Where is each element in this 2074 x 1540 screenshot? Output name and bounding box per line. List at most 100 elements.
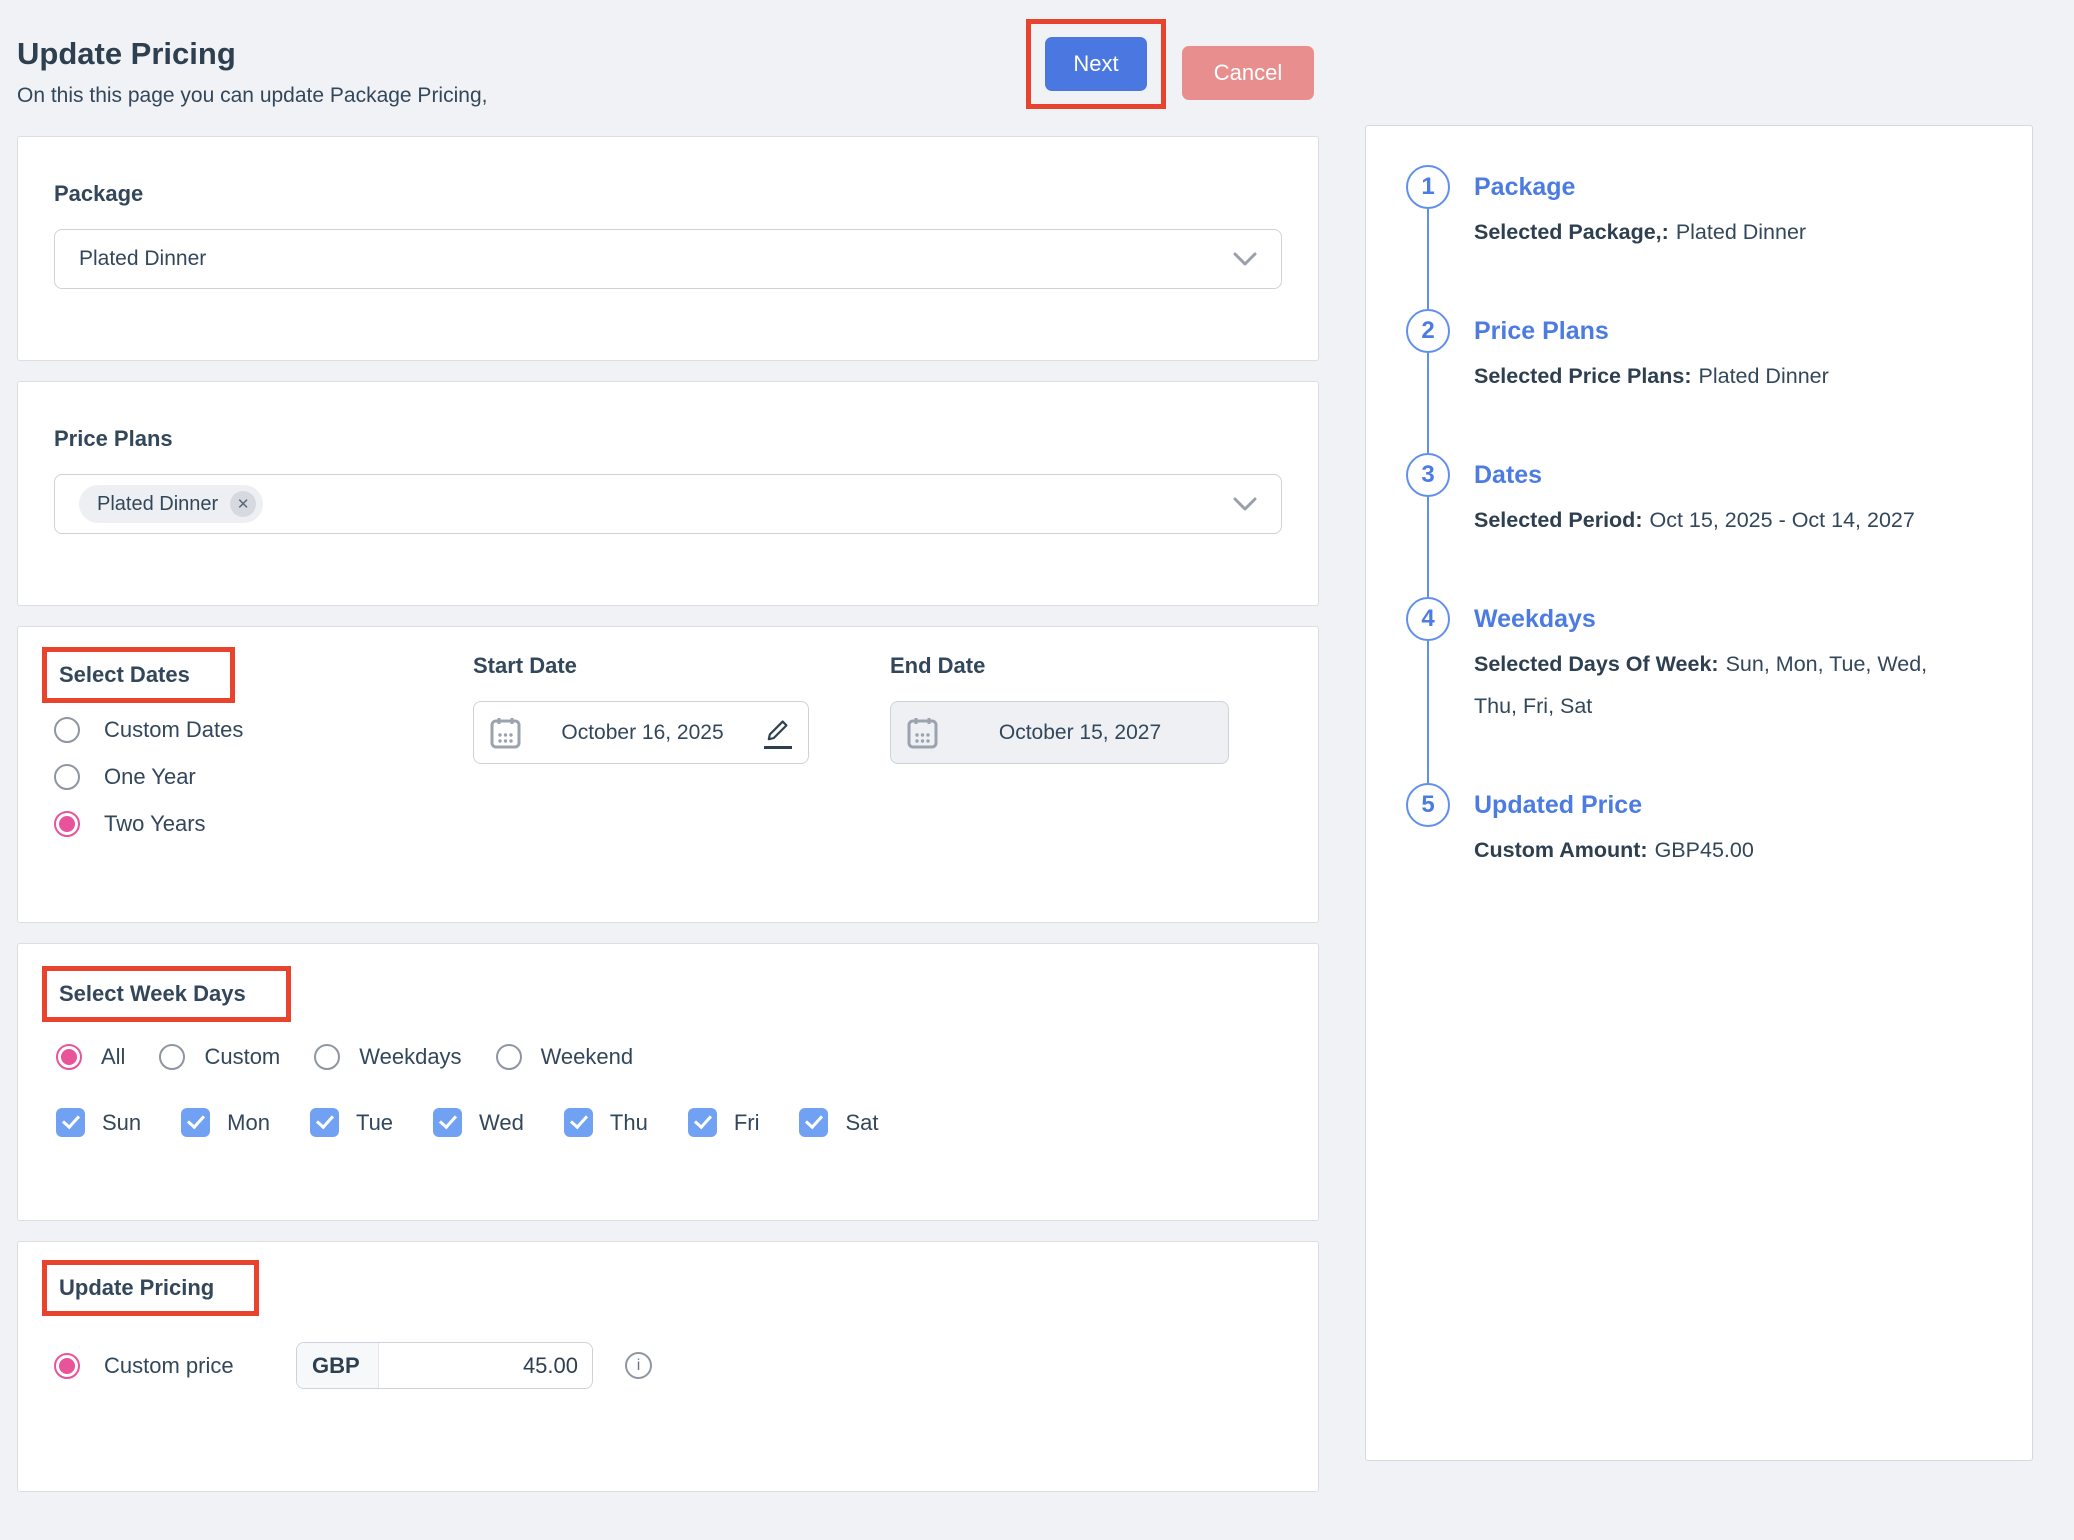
- update-pricing-title: Update Pricing: [42, 1260, 259, 1316]
- checkbox-icon[interactable]: [564, 1108, 593, 1137]
- custom-price-input[interactable]: 45.00: [379, 1343, 592, 1388]
- weekday-checkbox-item[interactable]: Sat: [799, 1108, 878, 1137]
- weekday-checkbox-item[interactable]: Wed: [433, 1108, 524, 1137]
- step-title: Dates: [1474, 453, 1915, 497]
- radio-icon[interactable]: [54, 764, 80, 790]
- currency-prefix: GBP: [297, 1343, 379, 1388]
- weekday-label: Sun: [102, 1110, 141, 1136]
- update-pricing-card: Update Pricing Custom price GBP 45.00: [17, 1241, 1319, 1492]
- summary-panel: 1 Package Selected Package,:Plated Dinne…: [1365, 125, 2033, 1461]
- weekday-mode-radio-option[interactable]: Weekend: [496, 1044, 634, 1070]
- end-date-field: October 15, 2027: [890, 701, 1229, 764]
- step-description: Selected Period:Oct 15, 2025 - Oct 14, 2…: [1474, 499, 1915, 541]
- radio-icon[interactable]: [54, 1353, 80, 1379]
- summary-step: 2 Price Plans Selected Price Plans: Plate…: [1406, 309, 1992, 397]
- weekday-checkbox-item[interactable]: Tue: [310, 1108, 393, 1137]
- step-description-label: Selected Days Of Week:: [1474, 652, 1719, 676]
- weekday-label: Mon: [227, 1110, 270, 1136]
- date-range-options: Custom Dates One Year Two Years: [54, 717, 473, 837]
- radio-label: Custom Dates: [104, 717, 243, 743]
- radio-label: All: [101, 1044, 125, 1070]
- summary-step: 4 Weekdays Selected Days Of Week:Sun, Mo…: [1406, 597, 1992, 727]
- radio-label: Custom price: [104, 1353, 234, 1379]
- summary-step: 1 Package Selected Package,:Plated Dinne…: [1406, 165, 1992, 253]
- remove-chip-icon[interactable]: ✕: [230, 491, 256, 517]
- checkbox-icon[interactable]: [688, 1108, 717, 1137]
- package-card: Package Plated Dinner: [17, 136, 1319, 361]
- step-number-badge: 4: [1406, 597, 1450, 641]
- radio-label: Two Years: [104, 811, 206, 837]
- date-range-radio-option[interactable]: Two Years: [54, 811, 473, 837]
- start-date-value: October 16, 2025: [531, 721, 754, 745]
- step-description-value: Plated Dinner: [1676, 220, 1806, 244]
- form-column: Package Plated Dinner Price Plans Plated…: [17, 136, 1319, 1512]
- radio-icon[interactable]: [54, 717, 80, 743]
- select-dates-card: Select Dates Custom Dates One Year: [17, 626, 1319, 923]
- weekday-label: Sat: [845, 1110, 878, 1136]
- weekday-checkboxes: Sun Mon Tue Wed: [56, 1108, 1282, 1137]
- cancel-button[interactable]: Cancel: [1182, 46, 1314, 100]
- next-button[interactable]: Next: [1045, 37, 1147, 91]
- radio-icon[interactable]: [496, 1044, 522, 1070]
- weekday-mode-radio-option[interactable]: Custom: [159, 1044, 280, 1070]
- weekday-mode-radio-option[interactable]: Weekdays: [314, 1044, 461, 1070]
- custom-price-radio-option[interactable]: Custom price: [54, 1353, 296, 1379]
- step-title: Package: [1474, 165, 1806, 209]
- page-header: Update Pricing On this this page you can…: [0, 0, 2074, 136]
- calendar-icon: [907, 716, 938, 749]
- date-range-radio-option[interactable]: Custom Dates: [54, 717, 473, 743]
- step-description-label: Selected Package,:: [1474, 220, 1669, 244]
- select-week-days-card: Select Week Days All Custom W: [17, 943, 1319, 1221]
- package-select[interactable]: Plated Dinner: [54, 229, 1282, 289]
- step-description: Custom Amount: GBP45.00: [1474, 829, 1754, 871]
- summary-steps-list: 1 Package Selected Package,:Plated Dinne…: [1406, 165, 1992, 871]
- weekday-checkbox-item[interactable]: Sun: [56, 1108, 141, 1137]
- summary-step: 5 Updated Price Custom Amount: GBP45.00: [1406, 783, 1992, 871]
- weekday-label: Tue: [356, 1110, 393, 1136]
- step-title: Updated Price: [1474, 783, 1754, 827]
- step-number-badge: 2: [1406, 309, 1450, 353]
- weekday-mode-options: All Custom Weekdays Weekend: [56, 1044, 1282, 1070]
- weekday-label: Fri: [734, 1110, 760, 1136]
- weekday-mode-radio-option[interactable]: All: [56, 1044, 125, 1070]
- step-description-value: Plated Dinner: [1699, 364, 1829, 388]
- weekday-checkbox-item[interactable]: Fri: [688, 1108, 760, 1137]
- price-plans-chips: Plated Dinner ✕: [79, 485, 263, 523]
- step-title: Weekdays: [1474, 597, 1974, 641]
- weekday-checkbox-item[interactable]: Thu: [564, 1108, 648, 1137]
- step-description-value: GBP45.00: [1655, 838, 1754, 862]
- price-plans-card: Price Plans Plated Dinner ✕: [17, 381, 1319, 606]
- radio-icon[interactable]: [314, 1044, 340, 1070]
- start-date-field[interactable]: October 16, 2025: [473, 701, 809, 764]
- step-description-label: Custom Amount:: [1474, 838, 1648, 862]
- chip-label: Plated Dinner: [97, 493, 218, 516]
- radio-icon[interactable]: [56, 1044, 82, 1070]
- radio-label: One Year: [104, 764, 196, 790]
- weekday-checkbox-item[interactable]: Mon: [181, 1108, 270, 1137]
- radio-label: Custom: [204, 1044, 280, 1070]
- main-content: Package Plated Dinner Price Plans Plated…: [0, 136, 2074, 1512]
- step-description: Selected Days Of Week:Sun, Mon, Tue, Wed…: [1474, 643, 1974, 727]
- date-range-radio-option[interactable]: One Year: [54, 764, 473, 790]
- radio-label: Weekdays: [359, 1044, 461, 1070]
- edit-date-icon[interactable]: [764, 717, 792, 749]
- custom-price-input-group: GBP 45.00: [296, 1342, 593, 1389]
- chevron-down-icon: [1233, 252, 1257, 267]
- radio-icon[interactable]: [159, 1044, 185, 1070]
- checkbox-icon[interactable]: [799, 1108, 828, 1137]
- info-icon[interactable]: [625, 1352, 652, 1379]
- step-number-badge: 5: [1406, 783, 1450, 827]
- step-description-value: Oct 15, 2025 - Oct 14, 2027: [1649, 508, 1914, 532]
- radio-icon[interactable]: [54, 811, 80, 837]
- checkbox-icon[interactable]: [56, 1108, 85, 1137]
- step-title: Price Plans: [1474, 309, 1829, 353]
- step-description-label: Selected Price Plans:: [1474, 364, 1692, 388]
- checkbox-icon[interactable]: [433, 1108, 462, 1137]
- checkbox-icon[interactable]: [310, 1108, 339, 1137]
- step-number-badge: 3: [1406, 453, 1450, 497]
- price-plans-multiselect[interactable]: Plated Dinner ✕: [54, 474, 1282, 534]
- end-date-label: End Date: [890, 653, 1229, 679]
- checkbox-icon[interactable]: [181, 1108, 210, 1137]
- price-plans-label: Price Plans: [54, 426, 1282, 452]
- select-week-days-title: Select Week Days: [42, 966, 291, 1022]
